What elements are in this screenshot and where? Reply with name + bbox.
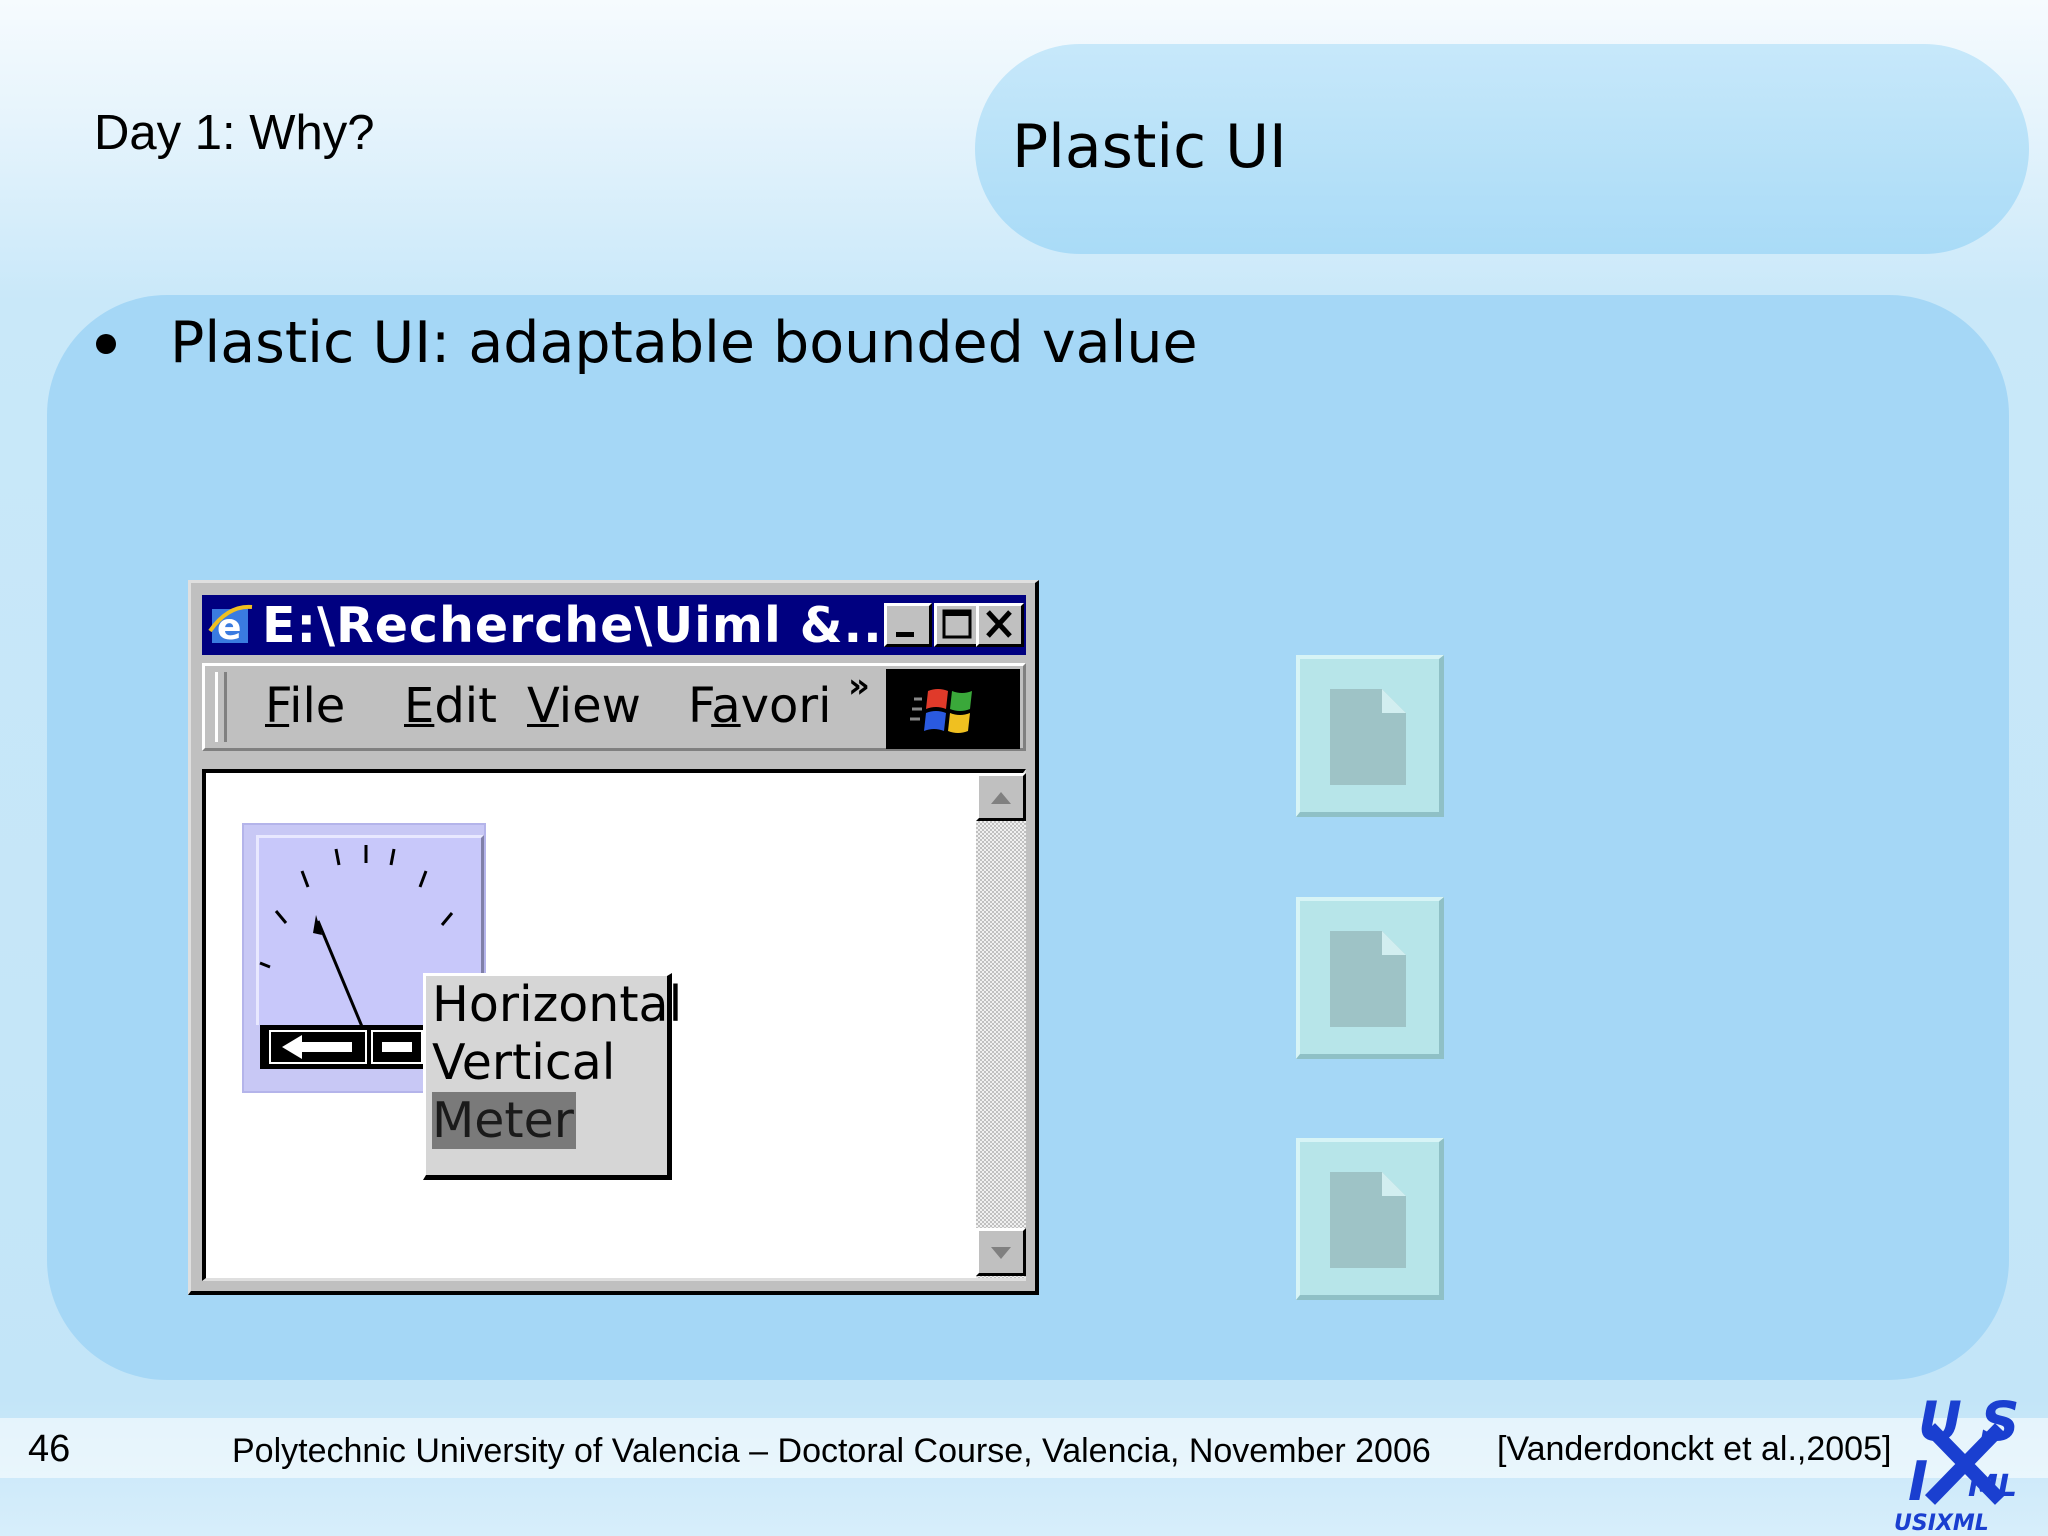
minimize-icon: [896, 632, 914, 637]
citation: [Vanderdonckt et al.,2005]: [1497, 1430, 1892, 1468]
page-number: 46: [28, 1428, 71, 1470]
slide-title: Plastic UI: [1012, 112, 1287, 182]
menu-file[interactable]: File: [265, 678, 345, 734]
toolbar-grip[interactable]: [215, 672, 227, 742]
window-title: E:\Recherche\Uiml &...: [262, 597, 903, 654]
maximize-button[interactable]: [934, 603, 982, 647]
menu-item-horizontal[interactable]: Horizontal: [432, 976, 682, 1033]
browser-window: e E:\Recherche\Uiml &... File Edit View …: [188, 580, 1039, 1295]
bullet-text: Plastic UI: adaptable bounded value: [170, 310, 1198, 376]
footer-text: Polytechnic University of Valencia – Doc…: [232, 1432, 1431, 1470]
menu-overflow-chevron[interactable]: »: [848, 666, 870, 706]
section-label: Day 1: Why?: [94, 106, 375, 160]
document-icon: [1330, 689, 1406, 785]
close-icon: [986, 610, 1012, 638]
close-button[interactable]: [976, 603, 1024, 647]
menu-favorites[interactable]: Favori: [688, 678, 831, 734]
arrow-up-icon: [991, 792, 1011, 804]
minimize-button[interactable]: [884, 603, 932, 647]
document-icon: [1330, 931, 1406, 1027]
menu-item-meter[interactable]: Meter: [432, 1092, 576, 1149]
title-bar[interactable]: e E:\Recherche\Uiml &...: [202, 595, 1026, 655]
menu-item-vertical[interactable]: Vertical: [432, 1034, 615, 1091]
placeholder-tile-2: [1296, 897, 1444, 1059]
document-icon: [1330, 1172, 1406, 1268]
menu-edit[interactable]: Edit: [404, 678, 497, 734]
svg-text:U S: U S: [1918, 1390, 2020, 1453]
placeholder-tile-1: [1296, 655, 1444, 817]
context-menu: Horizontal Vertical Meter: [423, 973, 682, 1180]
usixml-logo: U S I ML USIXML: [1894, 1390, 2020, 1534]
vertical-scrollbar[interactable]: [976, 773, 1026, 1278]
menu-bar: File Edit View Favori »: [202, 663, 1026, 751]
ie-icon: e: [208, 604, 253, 648]
placeholder-tile-3: [1296, 1138, 1444, 1300]
scroll-up-button[interactable]: [976, 773, 1026, 821]
bullet-icon: [96, 334, 116, 354]
client-area[interactable]: Horizontal Vertical Meter: [202, 769, 1026, 1281]
maximize-icon: [942, 609, 972, 639]
scroll-down-button[interactable]: [976, 1228, 1026, 1276]
svg-text:USIXML: USIXML: [1894, 1511, 1989, 1534]
menu-view[interactable]: View: [527, 678, 641, 734]
windows-logo-icon: [886, 669, 1020, 749]
arrow-down-icon: [991, 1247, 1011, 1259]
svg-text:I: I: [1908, 1450, 1928, 1513]
